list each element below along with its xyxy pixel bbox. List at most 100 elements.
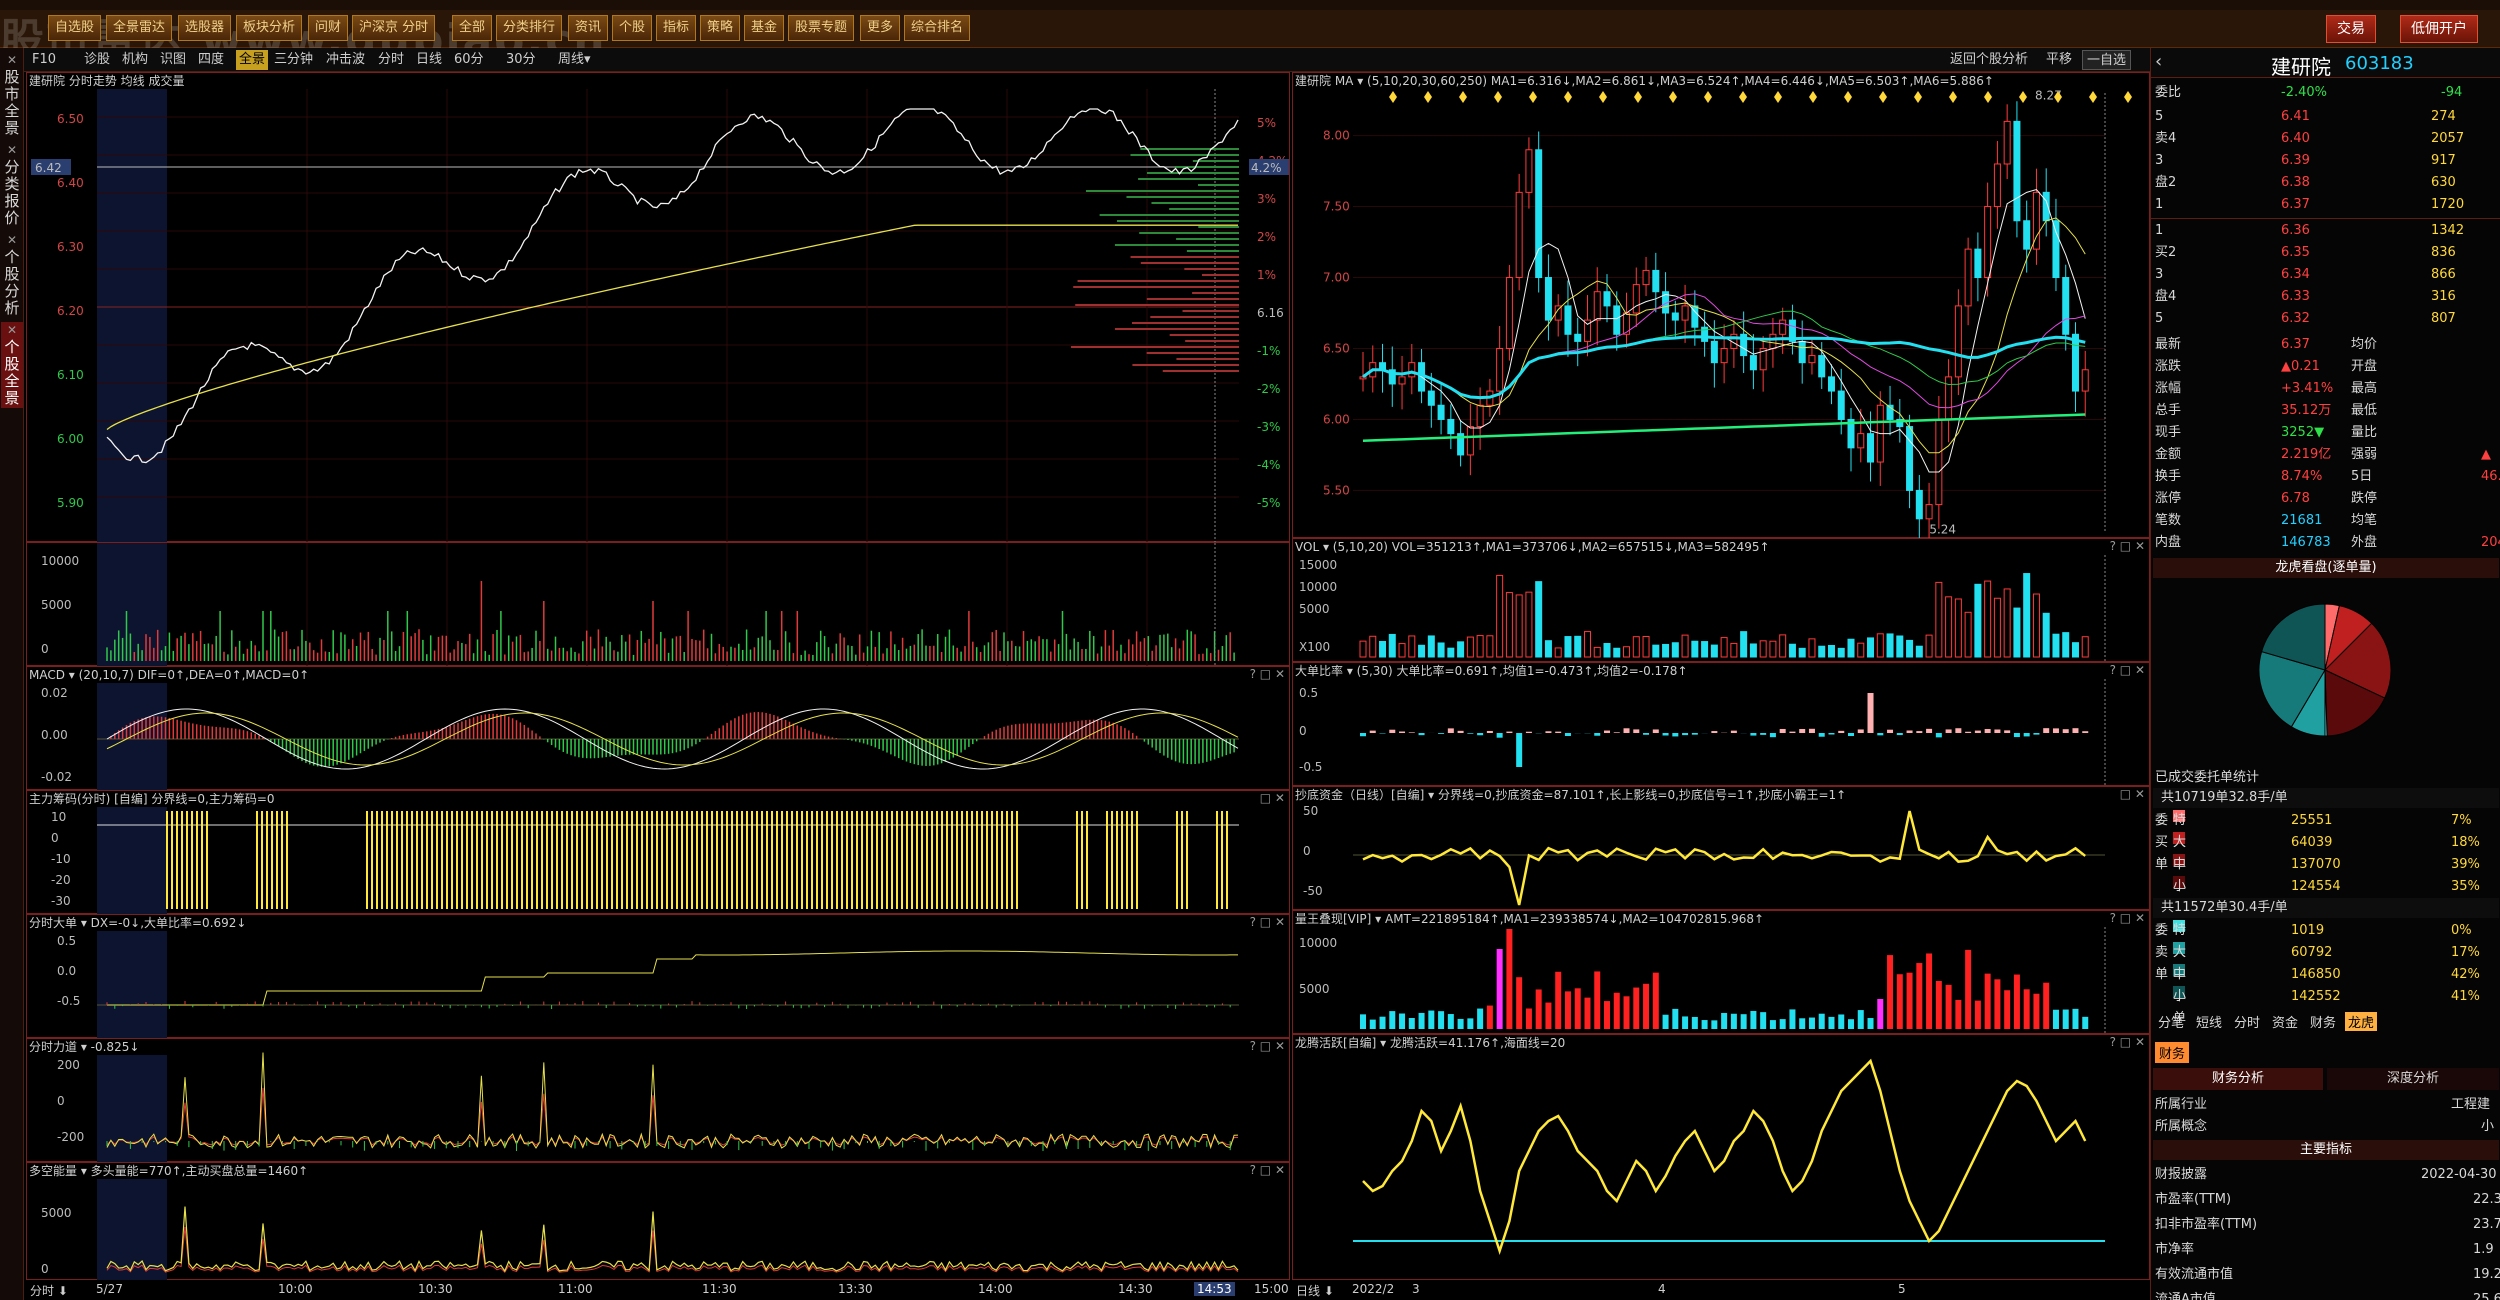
null: 35.12万 [2281, 403, 2332, 418]
toolbar-button-15[interactable]: 综合排名 [904, 15, 971, 41]
candle-body [1437, 404, 1445, 420]
null: 开盘 [2351, 359, 2378, 374]
close-icon[interactable]: ✕ [1, 232, 23, 249]
subtab-9[interactable]: 日线 [416, 50, 442, 70]
daily-ratio-bar [1467, 733, 1474, 734]
null: 最新 [2155, 337, 2182, 352]
candle-body [1964, 248, 1972, 307]
bottom-tick-label: -50 [1303, 884, 1323, 898]
subtab-4[interactable]: 四度 [198, 50, 224, 70]
volume-king-bar [1652, 972, 1659, 1029]
toolbar-button-1[interactable]: 全景雷达 [106, 15, 173, 41]
left-tab-2[interactable]: ✕ 个股分析 [1, 232, 23, 318]
macd-panel[interactable]: MACD ▾ (20,10,7) DIF=0↑,DEA=0↑,MACD=0↑ ?… [26, 666, 1290, 791]
quote-tab-3[interactable]: 资金 [2269, 1012, 2301, 1031]
toolbar-button-5[interactable]: 沪深京 分时 [352, 15, 436, 41]
quote-tab-2[interactable]: 分时 [2231, 1012, 2263, 1031]
force-panel[interactable]: 分时力道 ▾ -0.825↓ ? □ ✕ 200 0 -200 [26, 1038, 1290, 1163]
null: 涨停 [2155, 491, 2182, 506]
quote-tab-0[interactable]: 分笔 [2155, 1012, 2187, 1031]
intraday-price-panel[interactable]: 建研院 分时走势 均线 成交量 6.50 6.40 6.30 6.20 6.10 6.00… [26, 72, 1290, 543]
candle-body [1915, 489, 1923, 520]
toolbar-button-12[interactable]: 基金 [744, 15, 785, 41]
daily-ratio-bar [1916, 731, 1923, 733]
volume-king-bar [1896, 974, 1903, 1029]
chip-panel[interactable]: 主力筹码(分时) [自编] 分界线=0,主力筹码=0 □ ✕ 10 0 -10 -20… [26, 790, 1290, 915]
daily-kline-panel[interactable]: 建研院 MA ▾ (5,10,20,30,60,250) MA1=6.316↓,… [1292, 72, 2150, 543]
subtab-11[interactable]: 30分 [506, 50, 536, 70]
toolbar-button-2[interactable]: 选股器 [178, 15, 232, 41]
volume-king-bar [1730, 1013, 1737, 1029]
price-tick-label: 6.50 [57, 112, 84, 126]
null: 6.78 [2281, 491, 2310, 506]
close-icon[interactable]: ✕ [1, 142, 23, 159]
toolbar-button-9[interactable]: 个股 [612, 15, 653, 41]
time-axis-label[interactable]: 分时 ⬇ [30, 1282, 68, 1299]
candle-body [2081, 369, 2089, 392]
finance-tab[interactable]: 财务 [2155, 1042, 2190, 1063]
subtab-0[interactable]: F10 [32, 50, 56, 70]
toolbar-button-6[interactable]: 全部 [452, 15, 493, 41]
intraday-volume-panel[interactable]: 10000 5000 0 [26, 542, 1290, 667]
left-tab-0[interactable]: ✕ 股市全景 [1, 52, 23, 138]
watchlist-dropdown[interactable]: 一自选 [2082, 50, 2132, 70]
deep-analysis-tab[interactable]: 深度分析 [2327, 1068, 2499, 1090]
dragon-active-panel[interactable]: 龙腾活跃[自编] ▾ 龙腾活跃=41.176↑,海面线=20 ? □ ✕ [1292, 1034, 2150, 1280]
stat-row: 涨停 6.78 跌停 [2151, 488, 2500, 510]
toolbar-button-14[interactable]: 更多 [860, 15, 901, 41]
force-tick-label: 200 [57, 1058, 80, 1072]
daily-ratio-bar [1779, 728, 1786, 733]
null: 39% [2451, 857, 2480, 872]
daily-price-tick: 5.50 [1323, 483, 1350, 497]
open-account-button[interactable]: 低佣开户 [2400, 15, 2478, 43]
subtab-6[interactable]: 三分钟 [274, 50, 313, 70]
subtab-12[interactable]: 周线▾ [558, 50, 591, 70]
toolbar-button-10[interactable]: 指标 [656, 15, 697, 41]
daily-volume-bar [1544, 640, 1552, 658]
null: 财报披露 [2155, 1167, 2208, 1182]
bigorder-panel[interactable]: 分时大单 ▾ DX=-0↓,大单比率=0.692↓ ? □ ✕ 0.5 0.0 -0… [26, 914, 1290, 1039]
toolbar-button-3[interactable]: 板块分析 [236, 15, 303, 41]
toolbar-button-11[interactable]: 策略 [700, 15, 741, 41]
daily-ratio-bar [1652, 729, 1659, 733]
volume-king-bar [2033, 993, 2040, 1029]
toolbar-button-4[interactable]: 问财 [308, 15, 349, 41]
finance-analysis-tab[interactable]: 财务分析 [2153, 1068, 2323, 1090]
volume-king-panel[interactable]: 量王叠现[VIP] ▾ AMT=221895184↑,MA1=239338574… [1292, 910, 2150, 1035]
toolbar-button-13[interactable]: 股票专题 [788, 15, 855, 41]
time-tick-label: 14:30 [1118, 1282, 1153, 1296]
trade-button[interactable]: 交易 [2326, 15, 2376, 43]
close-icon[interactable]: ✕ [1, 322, 23, 339]
volume-king-bar [1525, 1008, 1532, 1029]
back-chevron-icon[interactable]: ‹ [2155, 51, 2162, 72]
quote-tab-4[interactable]: 财务 [2307, 1012, 2339, 1031]
toolbar-button-8[interactable]: 资讯 [568, 15, 609, 41]
subtab-7[interactable]: 冲击波 [326, 50, 365, 70]
left-tab-1[interactable]: ✕ 分类报价 [1, 142, 23, 228]
subtab-5[interactable]: 全景 [236, 50, 269, 70]
null: 量比 [2351, 425, 2378, 440]
close-icon[interactable]: ✕ [1, 52, 23, 69]
flat-button[interactable]: 平移 [2046, 50, 2072, 70]
volume-king-bar [2013, 974, 2020, 1029]
order-row: 买大单6403918% [2151, 832, 2500, 872]
bottom-fund-panel[interactable]: 抄底资金（日线）[自编] ▾ 分界线=0,抄底资金=87.101↑,长上影线=0… [1292, 786, 2150, 910]
quote-tab-1[interactable]: 短线 [2193, 1012, 2225, 1031]
quote-tab-5[interactable]: 龙虎 [2345, 1012, 2378, 1031]
subtab-8[interactable]: 分时 [378, 50, 404, 70]
toolbar-button-0[interactable]: 自选股 [48, 15, 102, 41]
subtab-1[interactable]: 诊股 [84, 50, 110, 70]
subtab-3[interactable]: 识图 [160, 50, 186, 70]
null: 41% [2451, 989, 2480, 1004]
back-to-analysis-link[interactable]: 返回个股分析 [1950, 50, 2028, 70]
daily-volume-panel[interactable]: VOL ▾ (5,10,20) VOL=351213↑,MA1=373706↓,… [1292, 538, 2150, 663]
energy-panel[interactable]: 多空能量 ▾ 多头量能=770↑,主动买盘总量=1460↑ ? □ ✕ 5000… [26, 1162, 1290, 1281]
daily-ratio-panel[interactable]: 大单比率 ▾ (5,30) 大单比率=0.691↑,均值1=-0.473↑,均值… [1292, 662, 2150, 787]
left-tab-3[interactable]: ✕ 个股全景 [1, 322, 23, 408]
bigorder-tick-label: 0.5 [57, 934, 76, 948]
subtab-2[interactable]: 机构 [122, 50, 148, 70]
subtab-10[interactable]: 60分 [454, 50, 484, 70]
null: 146850 [2291, 967, 2341, 982]
date-axis-label[interactable]: 日线 ⬇ [1296, 1282, 1334, 1299]
toolbar-button-7[interactable]: 分类排行 [496, 15, 563, 41]
